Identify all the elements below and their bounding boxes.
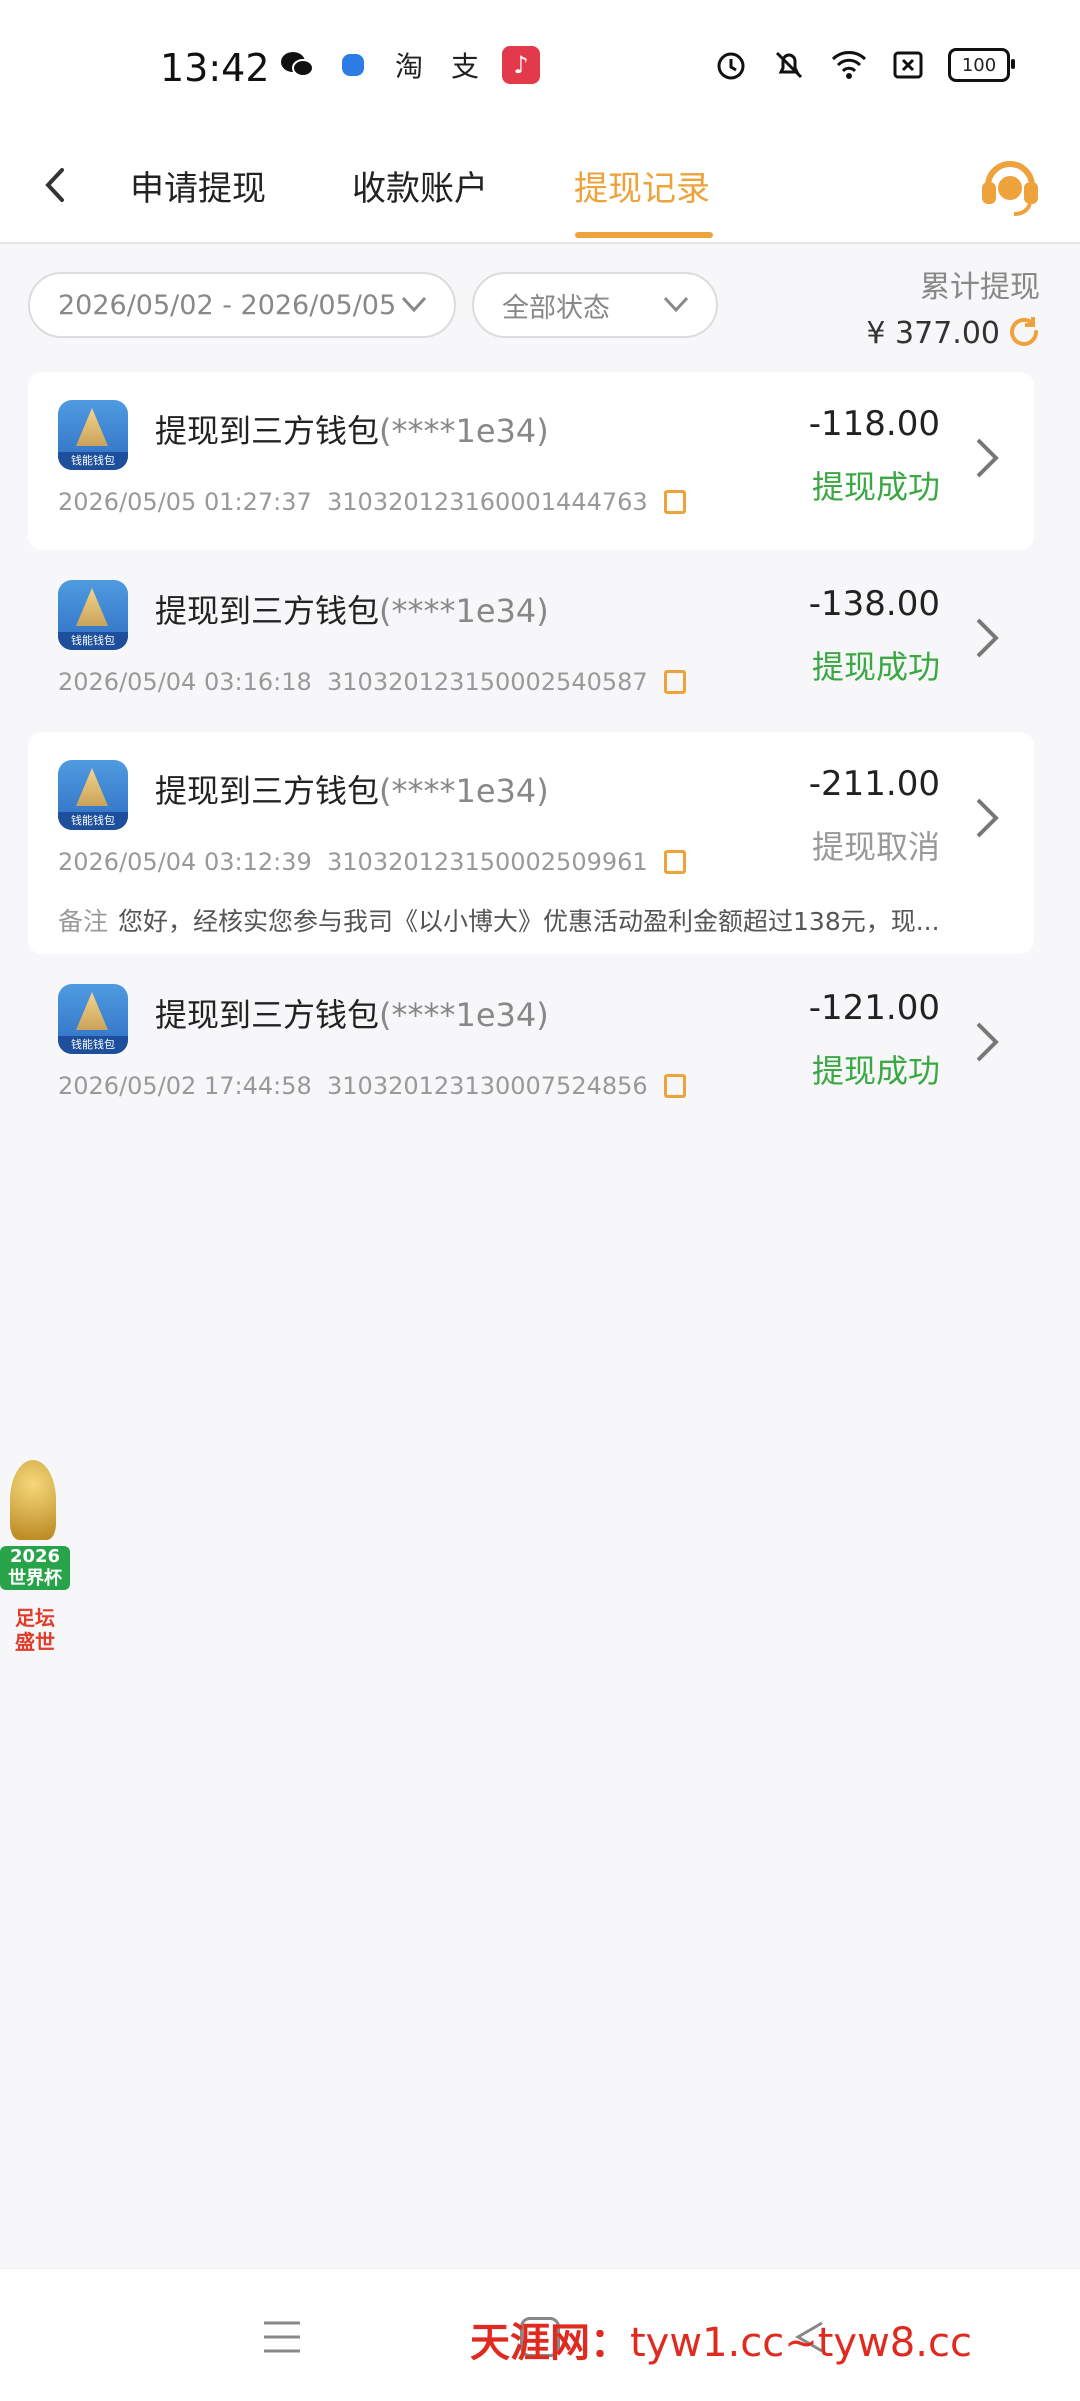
total-withdraw-label: 累计提现 [920, 270, 1040, 305]
wallet-logo: 钱能钱包 [58, 400, 128, 470]
record-meta: 2026/05/04 03:16:18 31032012315000254058… [58, 668, 686, 696]
wifi-icon [831, 51, 867, 79]
refresh-icon[interactable] [1006, 314, 1042, 350]
record-card[interactable]: 钱能钱包 提现到三方钱包(****1e34) 2026/05/02 17:44:… [28, 956, 1034, 1134]
record-card[interactable]: 钱能钱包 提现到三方钱包(****1e34) 2026/05/04 03:12:… [28, 732, 1034, 954]
status-time: 13:42 [160, 46, 270, 90]
copy-icon[interactable] [663, 1074, 686, 1098]
record-meta: 2026/05/02 17:44:58 31032012313000752485… [58, 1072, 686, 1100]
record-status: 提现成功 [811, 648, 940, 686]
tab-apply-withdraw[interactable]: 申请提现 [130, 150, 266, 220]
chevron-right-icon [976, 1022, 999, 1062]
customer-service-icon[interactable] [978, 150, 1042, 218]
copy-icon[interactable] [663, 670, 686, 694]
trophy-icon [10, 1460, 56, 1540]
top-nav: 申请提现 收款账户 提现记录 [0, 130, 1080, 244]
record-remark: 备注 您好，经核实您参与我司《以小博大》优惠活动盈利金额超过138元，现... [58, 907, 940, 936]
world-cup-promo-badge[interactable]: 2026 世界杯 足坛 盛世 [0, 1460, 70, 1670]
record-amount: -211.00 [808, 764, 940, 804]
battery-icon: 100 [948, 48, 1015, 82]
chevron-right-icon [976, 798, 999, 838]
status-bar: 13:42 淘 支 ♪ 100 [0, 0, 1080, 130]
tab-payee-account[interactable]: 收款账户 [352, 150, 488, 220]
record-title: 提现到三方钱包(****1e34) [155, 772, 549, 810]
chevron-down-icon [663, 296, 689, 313]
record-meta: 2026/05/04 03:12:39 31032012315000250996… [58, 848, 686, 876]
record-title: 提现到三方钱包(****1e34) [155, 592, 549, 630]
alipay-icon: 支 [450, 50, 479, 83]
record-status: 提现成功 [811, 1052, 940, 1090]
mute-icon [775, 51, 803, 79]
record-meta: 2026/05/05 01:27:37 3103201231600014447​… [58, 488, 686, 516]
active-tab-indicator [575, 232, 713, 238]
wechat-icon [278, 46, 316, 84]
record-amount: -138.00 [808, 584, 940, 624]
copy-icon[interactable] [663, 490, 686, 514]
back-arrow-icon[interactable] [30, 160, 80, 210]
tab-withdraw-records[interactable]: 提现记录 [574, 150, 710, 220]
notification-icons: 淘 支 ♪ [278, 46, 540, 84]
total-withdraw-value: ¥ 377.00 [866, 316, 1000, 351]
app-icon [334, 46, 372, 84]
record-title: 提现到三方钱包(****1e34) [155, 996, 549, 1034]
taobao-icon: 淘 [394, 50, 423, 83]
record-amount: -118.00 [808, 404, 940, 444]
record-title: 提现到三方钱包(****1e34) [155, 412, 549, 450]
chevron-down-icon [401, 296, 427, 313]
record-status: 提现成功 [811, 468, 940, 506]
wallet-logo: 钱能钱包 [58, 580, 128, 650]
filter-bar: 2026/05/02 - 2026/05/05 全部状态 累计提现 ¥ 377.… [0, 244, 1080, 364]
record-card[interactable]: 钱能钱包 提现到三方钱包(****1e34) 2026/05/05 01:27:… [28, 372, 1034, 550]
watermark-text: 天涯网：tyw1.cc~tyw8.cc [470, 2320, 972, 2366]
record-card[interactable]: 钱能钱包 提现到三方钱包(****1e34) 2026/05/04 03:16:… [28, 552, 1034, 730]
date-range-filter[interactable]: 2026/05/02 - 2026/05/05 [28, 272, 456, 338]
chevron-right-icon [976, 618, 999, 658]
record-amount: -121.00 [808, 988, 940, 1028]
copy-icon[interactable] [663, 850, 686, 874]
recent-apps-icon[interactable] [262, 2319, 302, 2355]
wallet-logo: 钱能钱包 [58, 984, 128, 1054]
date-range-value: 2026/05/02 - 2026/05/05 [58, 289, 397, 321]
promo-title: 2026 世界杯 [0, 1546, 70, 1590]
wallet-logo: 钱能钱包 [58, 760, 128, 830]
promo-subtitle: 足坛 盛世 [15, 1606, 55, 1654]
music-icon: ♪ [502, 46, 540, 84]
record-status: 提现取消 [811, 828, 940, 866]
no-sim-icon [893, 51, 923, 79]
system-icons: 100 [714, 48, 1015, 82]
status-filter-value: 全部状态 [502, 292, 610, 324]
status-filter[interactable]: 全部状态 [472, 272, 718, 338]
chevron-right-icon [976, 438, 999, 478]
alarm-icon [717, 52, 745, 80]
